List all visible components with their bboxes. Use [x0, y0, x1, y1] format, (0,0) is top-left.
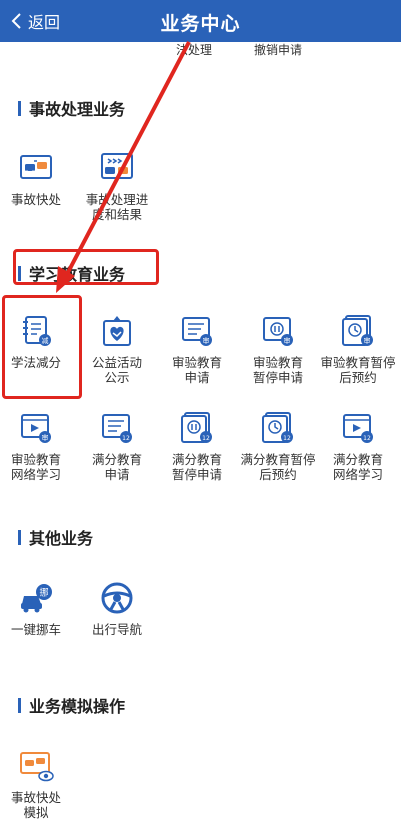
previous-row-partial: 法处理 撤销申请 [0, 42, 401, 60]
service-label: 满分教育申请 [91, 452, 142, 482]
service-full-score-apply[interactable]: 12 满分教育申请 [77, 410, 157, 482]
section-bar [18, 265, 21, 281]
review-edu-online-icon: 审 [21, 414, 51, 443]
service-accident-quick[interactable]: 事故快处 [0, 150, 76, 207]
service-label: 事故快处模拟 [10, 790, 61, 820]
service-label: 满分教育网络学习 [332, 452, 383, 482]
service-label: 公益活动公示 [91, 355, 142, 385]
badge-twelve: 12 [122, 435, 130, 442]
section-title-text: 学习教育业务 [29, 265, 126, 284]
svg-text:挪: 挪 [39, 587, 48, 599]
section-title-text: 其他业务 [29, 529, 94, 548]
service-label: 事故快处 [10, 192, 61, 207]
service-label: 满分教育暂停后预约 [240, 452, 316, 482]
service-review-edu-appointment[interactable]: 审 审验教育暂停后预约 [318, 313, 398, 385]
service-label: 审验教育暂停申请 [252, 355, 303, 385]
service-review-edu-apply[interactable]: 审 审验教育申请 [157, 313, 237, 385]
badge-twelve: 12 [363, 435, 371, 442]
badge-reduce: 减 [42, 336, 49, 345]
back-label: 返回 [28, 13, 61, 32]
accident-sim-icon [20, 752, 54, 782]
badge-review: 审 [203, 336, 210, 345]
service-label: 学法减分 [10, 355, 61, 370]
service-label: 审验教育暂停后预约 [320, 355, 396, 385]
section-title-text: 事故处理业务 [29, 100, 126, 119]
badge-review: 审 [364, 336, 371, 345]
service-review-edu-online[interactable]: 审 审验教育网络学习 [0, 410, 76, 482]
full-score-apply-icon: 12 [102, 414, 132, 443]
service-move-car[interactable]: 挪 一键挪车 [0, 580, 76, 637]
section-title-study: 学习教育业务 [18, 261, 125, 285]
service-navigation[interactable]: 出行导航 [77, 580, 157, 637]
service-label: 出行导航 [91, 622, 142, 637]
chevron-left-icon [11, 13, 21, 29]
service-study-law[interactable]: 减 学法减分 [0, 313, 76, 370]
full-score-online-icon: 12 [343, 414, 373, 443]
section-bar [18, 697, 21, 713]
move-car-icon: 挪 [21, 584, 52, 613]
service-review-edu-pause[interactable]: 审 审验教育暂停申请 [238, 313, 318, 385]
partial-item-label[interactable]: 法处理 [176, 42, 212, 58]
public-welfare-icon [103, 316, 131, 346]
service-accident-sim[interactable]: 事故快处模拟 [0, 748, 76, 820]
service-full-score-pause[interactable]: 12 满分教育暂停申请 [157, 410, 237, 482]
service-full-score-appointment[interactable]: 12 满分教育暂停后预约 [238, 410, 318, 482]
section-title-simulation: 业务模拟操作 [18, 693, 125, 717]
service-label: 事故处理进度和结果 [85, 192, 149, 222]
partial-item-label[interactable]: 撤销申请 [254, 42, 302, 58]
review-edu-pause-icon: 审 [263, 317, 293, 346]
section-title-other: 其他业务 [18, 525, 93, 549]
badge-review: 审 [42, 433, 49, 442]
service-label: 一键挪车 [10, 622, 61, 637]
study-law-icon: 减 [23, 316, 51, 346]
page-title: 业务中心 [160, 13, 241, 35]
badge-review: 审 [284, 336, 291, 345]
accident-quick-icon [20, 155, 52, 179]
service-label: 审验教育申请 [171, 355, 222, 385]
navigation-icon [101, 582, 133, 614]
service-full-score-online[interactable]: 12 满分教育网络学习 [318, 410, 398, 482]
section-title-text: 业务模拟操作 [29, 697, 126, 716]
accident-progress-icon [101, 153, 133, 179]
service-label: 审验教育网络学习 [10, 452, 61, 482]
section-bar [18, 100, 21, 116]
back-button[interactable]: 返回 [10, 9, 60, 33]
service-label: 满分教育暂停申请 [171, 452, 222, 482]
section-bar [18, 529, 21, 545]
full-score-pause-icon: 12 [181, 412, 212, 443]
review-edu-apply-icon: 审 [182, 317, 212, 346]
badge-twelve: 12 [202, 435, 210, 442]
full-score-appointment-icon: 12 [262, 412, 293, 443]
section-title-accident: 事故处理业务 [18, 96, 125, 120]
review-edu-appointment-icon: 审 [342, 315, 373, 346]
service-accident-progress[interactable]: 事故处理进度和结果 [77, 150, 157, 222]
service-public-welfare[interactable]: 公益活动公示 [77, 313, 157, 385]
header-bar: 返回 业务中心 [0, 0, 401, 42]
badge-twelve: 12 [283, 435, 291, 442]
